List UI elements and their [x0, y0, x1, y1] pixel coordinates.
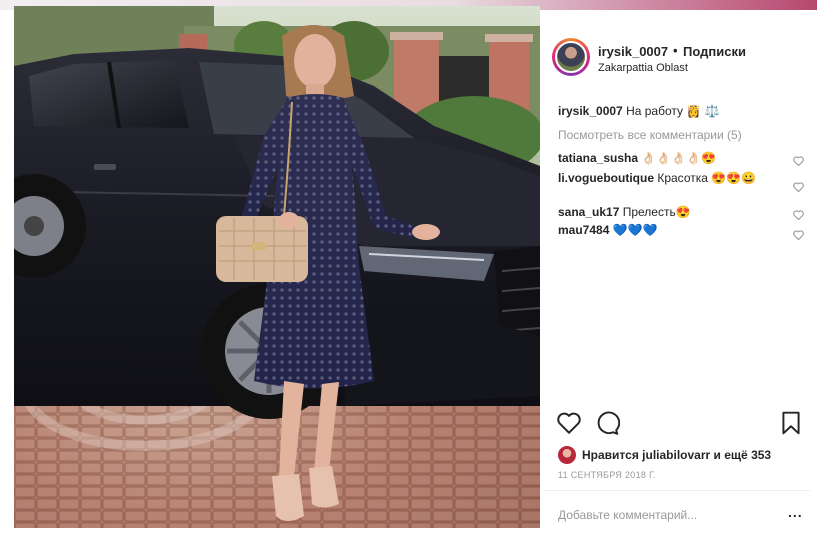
post-header: irysik_0007 • Подписки Zakarpattia Oblas… — [552, 38, 802, 78]
add-comment-input[interactable]: Добавьте комментарий... — [558, 508, 697, 522]
comment-item: li.vogueboutique Красотка 😍😍😀 — [558, 170, 784, 186]
comment-username[interactable]: mau7484 — [558, 223, 609, 237]
likes-username[interactable]: juliabilovarr — [642, 448, 710, 462]
location-link[interactable]: Zakarpattia Oblast — [598, 62, 688, 74]
liker-avatar[interactable] — [558, 446, 576, 464]
post-date: 11 СЕНТЯБРЯ 2018 Г. — [558, 470, 656, 480]
small-heart-icon[interactable] — [793, 156, 804, 166]
more-options-button[interactable]: ... — [788, 504, 803, 520]
story-ring[interactable] — [552, 38, 590, 76]
following-button[interactable]: Подписки — [683, 44, 746, 59]
post-actions — [556, 410, 806, 438]
bookmark-icon[interactable] — [778, 410, 804, 436]
comment-item: tatiana_susha 👌🏻👌🏻👌🏻👌🏻😍 — [558, 150, 784, 166]
likes-prefix: Нравится — [582, 448, 639, 462]
comment-text: 👌🏻👌🏻👌🏻👌🏻😍 — [641, 151, 717, 165]
small-heart-icon[interactable] — [793, 230, 804, 240]
post-photo[interactable] — [14, 6, 540, 528]
caption-text: На работу 👸 ⚖️ — [626, 104, 720, 118]
speech-bubble-icon[interactable] — [594, 410, 621, 436]
small-heart-icon[interactable] — [793, 210, 804, 220]
likes-text: Нравится juliabilovarr и ещё 353 — [582, 448, 771, 462]
separator-dot: • — [673, 43, 678, 58]
small-heart-icon[interactable] — [793, 182, 804, 192]
comment-item: sana_uk17 Прелесть😍 — [558, 204, 784, 220]
heart-outline-icon[interactable] — [556, 410, 582, 436]
caption-username[interactable]: irysik_0007 — [558, 104, 623, 118]
avatar[interactable] — [555, 41, 587, 73]
comment-username[interactable]: li.vogueboutique — [558, 171, 654, 185]
view-all-comments-link[interactable]: Посмотреть все комментарии (5) — [558, 128, 742, 142]
photo-illustration — [14, 6, 540, 528]
post-details-panel: irysik_0007 • Подписки Zakarpattia Oblas… — [544, 18, 810, 538]
post-caption: irysik_0007 На работу 👸 ⚖️ — [558, 104, 720, 118]
comment-username[interactable]: sana_uk17 — [558, 205, 619, 219]
comment-username[interactable]: tatiana_susha — [558, 151, 638, 165]
likes-count[interactable]: и ещё 353 — [714, 448, 772, 462]
comment-item: mau7484 💙💙💙 — [558, 222, 784, 238]
divider — [544, 490, 810, 491]
comment-text: 💙💙💙 — [612, 223, 658, 237]
comment-text: Прелесть😍 — [622, 205, 691, 219]
author-username[interactable]: irysik_0007 — [598, 44, 668, 59]
comment-text: Красотка 😍😍😀 — [657, 171, 757, 185]
